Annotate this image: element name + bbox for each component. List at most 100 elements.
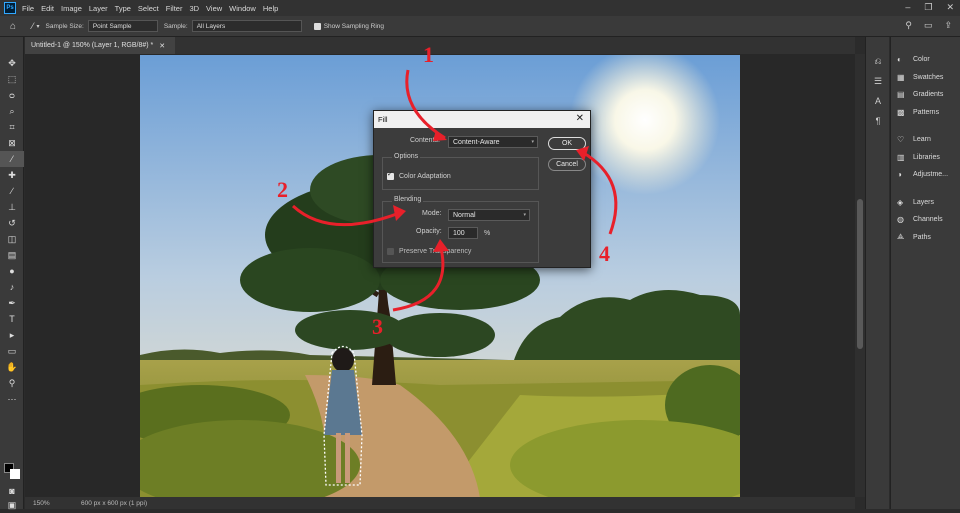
crop-tool-icon[interactable]: ⌗ bbox=[0, 119, 24, 135]
marquee-tool-icon[interactable]: ⬚ bbox=[0, 71, 24, 87]
cancel-button[interactable]: Cancel bbox=[548, 158, 586, 171]
close-tab-icon[interactable]: ✕ bbox=[159, 42, 165, 50]
sample-value: All Layers bbox=[196, 22, 226, 30]
preserve-transparency-checkbox[interactable] bbox=[387, 248, 394, 255]
menu-view[interactable]: View bbox=[206, 4, 222, 13]
opacity-value: 100 bbox=[453, 229, 465, 237]
panel-paths[interactable]: ⟁ Paths bbox=[891, 229, 960, 247]
healing-brush-icon[interactable]: ✚ bbox=[0, 167, 24, 183]
ok-button[interactable]: OK bbox=[548, 137, 586, 150]
collapsed-panel-strip: ⎌ ☰ A ¶ bbox=[865, 37, 889, 509]
opacity-unit: % bbox=[484, 229, 491, 237]
fill-dialog-titlebar: Fill ✕ bbox=[374, 111, 590, 128]
lasso-tool-icon[interactable]: ᴑ bbox=[0, 87, 24, 103]
clone-stamp-icon[interactable]: ⊥ bbox=[0, 199, 24, 215]
close-icon[interactable]: ✕ bbox=[576, 113, 584, 124]
preserve-transparency-label: Preserve Transparency bbox=[399, 248, 472, 255]
zoom-tool-icon[interactable]: ⚲ bbox=[0, 375, 24, 391]
panel-color[interactable]: ◐ Color bbox=[891, 51, 960, 69]
quick-select-tool-icon[interactable]: ⌕ bbox=[0, 103, 24, 119]
shape-tool-icon[interactable]: ▭ bbox=[0, 343, 24, 359]
document-tab-title: Untitled-1 @ 150% (Layer 1, RGB/8#) * bbox=[31, 42, 154, 49]
document-tab-bar: Untitled-1 @ 150% (Layer 1, RGB/8#) * ✕ bbox=[25, 37, 855, 54]
type-tool-icon[interactable]: T bbox=[0, 311, 24, 327]
opacity-label: Opacity: bbox=[416, 228, 442, 235]
mode-select[interactable]: Normal ▾ bbox=[448, 209, 530, 221]
menu-window[interactable]: Window bbox=[229, 4, 256, 13]
eyedropper-icon[interactable]: ⁄ bbox=[0, 151, 24, 167]
menu-help[interactable]: Help bbox=[263, 4, 278, 13]
contents-select[interactable]: Content-Aware ▾ bbox=[448, 136, 538, 148]
search-icon[interactable]: ⚲ bbox=[905, 20, 912, 31]
panel-patterns[interactable]: ▩ Patterns bbox=[891, 104, 960, 122]
home-icon[interactable]: ⌂ bbox=[0, 21, 26, 32]
properties-panel-icon[interactable]: ☰ bbox=[866, 71, 890, 91]
menu-file[interactable]: File bbox=[22, 4, 34, 13]
libraries-icon: ▥ bbox=[897, 152, 905, 162]
pen-tool-icon[interactable]: ✒ bbox=[0, 295, 24, 311]
more-tools-icon[interactable]: ⋯ bbox=[0, 391, 24, 407]
opacity-input[interactable]: 100 bbox=[448, 227, 478, 239]
menu-image[interactable]: Image bbox=[61, 4, 82, 13]
menu-3d[interactable]: 3D bbox=[189, 4, 199, 13]
dodge-tool-icon[interactable]: ♪ bbox=[0, 279, 24, 295]
close-window-icon[interactable]: ✕ bbox=[946, 2, 954, 13]
scrollbar-thumb[interactable] bbox=[857, 199, 863, 349]
vertical-scrollbar[interactable] bbox=[855, 54, 865, 497]
share-icon[interactable]: ⇪ bbox=[944, 20, 952, 31]
character-panel-icon[interactable]: A bbox=[866, 91, 890, 111]
history-brush-icon[interactable]: ↺ bbox=[0, 215, 24, 231]
panels-dock: ◐ Color ▦ Swatches ▤ Gradients ▩ Patterns ♡ L… bbox=[890, 37, 960, 509]
panel-channels[interactable]: ◍ Channels bbox=[891, 211, 960, 229]
sample-size-select[interactable]: Point Sample bbox=[87, 20, 158, 32]
layers-icon: ◈ bbox=[897, 197, 904, 207]
photoshop-logo: Ps bbox=[4, 2, 16, 14]
move-tool-icon[interactable]: ✥ bbox=[0, 55, 24, 71]
background-color-swatch[interactable] bbox=[10, 469, 20, 479]
hand-tool-icon[interactable]: ✋ bbox=[0, 359, 24, 375]
panel-libraries[interactable]: ▥ Libraries bbox=[891, 149, 960, 167]
menu-layer[interactable]: Layer bbox=[89, 4, 108, 13]
fill-dialog: Fill ✕ Contents: Content-Aware ▾ Options… bbox=[373, 110, 591, 268]
panel-layers[interactable]: ◈ Layers bbox=[891, 194, 960, 212]
panel-gradients[interactable]: ▤ Gradients bbox=[891, 86, 960, 104]
menu-filter[interactable]: Filter bbox=[166, 4, 183, 13]
menu-bar: Ps File Edit Image Layer Type Select Fil… bbox=[0, 0, 960, 16]
options-label: Options bbox=[394, 153, 419, 160]
panel-learn[interactable]: ♡ Learn bbox=[891, 131, 960, 149]
menu-edit[interactable]: Edit bbox=[41, 4, 54, 13]
blending-label: Blending bbox=[394, 196, 422, 203]
brush-tool-icon[interactable]: ∕ bbox=[0, 183, 24, 199]
panel-adjustments[interactable]: ◑ Adjustme... bbox=[891, 166, 960, 184]
tool-preset-chevron-icon[interactable]: ▾ bbox=[37, 23, 40, 30]
zoom-level[interactable]: 150% bbox=[33, 500, 73, 507]
sample-select[interactable]: All Layers bbox=[191, 20, 302, 32]
minimize-icon[interactable]: – bbox=[905, 2, 910, 13]
panel-learn-label: Learn bbox=[913, 136, 931, 144]
color-adaptation-checkbox[interactable] bbox=[387, 170, 394, 180]
frame-tool-icon[interactable]: ⊠ bbox=[0, 135, 24, 151]
screen-mode-icon[interactable]: ▣ bbox=[0, 497, 24, 513]
menu-type[interactable]: Type bbox=[115, 4, 131, 13]
restore-icon[interactable]: ❐ bbox=[924, 2, 932, 13]
document-tab[interactable]: Untitled-1 @ 150% (Layer 1, RGB/8#) * ✕ bbox=[25, 37, 175, 54]
document-info: 600 px x 600 px (1 ppi) bbox=[81, 499, 148, 507]
sample-size-label: Sample Size: bbox=[45, 22, 84, 30]
paragraph-panel-icon[interactable]: ¶ bbox=[866, 111, 890, 131]
gradient-tool-icon[interactable]: ▤ bbox=[0, 247, 24, 263]
blur-tool-icon[interactable]: ● bbox=[0, 263, 24, 279]
eraser-tool-icon[interactable]: ◫ bbox=[0, 231, 24, 247]
workspace-icon[interactable]: ▭ bbox=[924, 20, 933, 31]
panel-paths-label: Paths bbox=[913, 233, 931, 241]
panel-swatches[interactable]: ▦ Swatches bbox=[891, 69, 960, 87]
eyedropper-tool-icon[interactable]: ⁄ bbox=[32, 21, 34, 31]
mode-value: Normal bbox=[453, 211, 476, 219]
chevron-down-icon: ▾ bbox=[523, 212, 526, 218]
color-icon: ◐ bbox=[897, 55, 902, 65]
channels-icon: ◍ bbox=[897, 215, 904, 225]
path-select-tool-icon[interactable]: ▸ bbox=[0, 327, 24, 343]
show-sampling-ring-checkbox[interactable] bbox=[313, 22, 321, 30]
menu-select[interactable]: Select bbox=[138, 4, 159, 13]
panel-adjustments-label: Adjustme... bbox=[913, 171, 949, 179]
history-panel-icon[interactable]: ⎌ bbox=[866, 51, 890, 71]
